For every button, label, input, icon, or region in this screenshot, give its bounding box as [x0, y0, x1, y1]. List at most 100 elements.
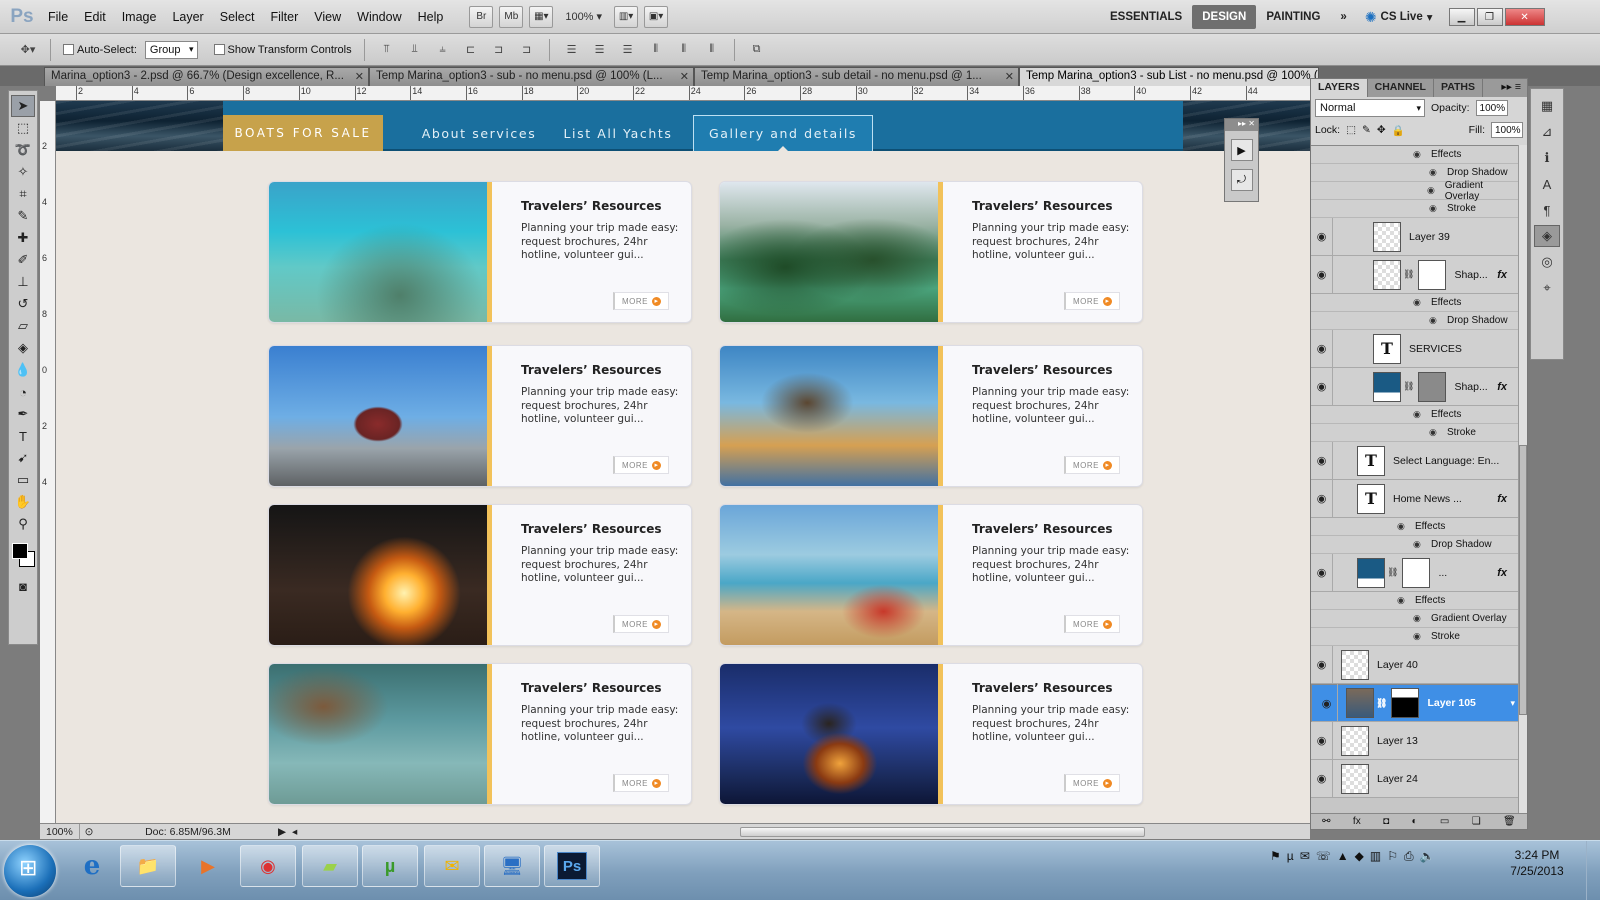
pen-tool-icon[interactable]: ✒ — [11, 403, 35, 425]
chain-icon[interactable]: ⛓ — [1387, 567, 1398, 578]
eye-icon[interactable]: ◉ — [1311, 721, 1333, 760]
paragraph-panel-icon[interactable]: ¶ — [1534, 199, 1560, 221]
align-vcenter-icon[interactable]: ⫫ — [405, 40, 425, 60]
distribute-hcenter-icon[interactable]: ⦀ — [674, 40, 694, 60]
align-left-icon[interactable]: ⊏ — [461, 40, 481, 60]
layer-effect[interactable]: ◉ Effects — [1311, 518, 1519, 536]
photoshop-taskbar-button[interactable]: Ps — [544, 845, 600, 887]
marquee-tool-icon[interactable]: ⬚ — [11, 117, 35, 139]
document-tab-4[interactable]: Temp Marina_option3 - sub List - no menu… — [1019, 67, 1319, 86]
card-more-button[interactable]: MORE ▸ — [613, 456, 669, 474]
tray-outlook-icon[interactable]: ✉ — [1300, 849, 1310, 864]
fx-icon[interactable]: fx — [1497, 381, 1507, 393]
more-workspaces-button[interactable]: » — [1330, 5, 1356, 29]
distribute-bottom-icon[interactable]: ☰ — [618, 40, 638, 60]
card-photo[interactable] — [269, 346, 487, 486]
status-info-icon[interactable]: ⊙ — [80, 826, 98, 838]
align-top-icon[interactable]: ⫪ — [377, 40, 397, 60]
new-group-icon[interactable]: ▭ — [1440, 816, 1449, 827]
layer-row[interactable]: ◉ Layer 24 — [1311, 759, 1519, 798]
layer-effect[interactable]: ◉ Effects — [1311, 146, 1519, 164]
screen-mode-button[interactable]: ▣▾ — [644, 5, 669, 28]
layer-effect[interactable]: ◉ Effects — [1311, 592, 1519, 610]
card-photo[interactable] — [269, 664, 487, 804]
layer-mask-thumbnail[interactable] — [1418, 371, 1447, 402]
auto-select-dropdown[interactable]: Group — [144, 40, 198, 59]
distribute-right-icon[interactable]: ⦀ — [702, 40, 722, 60]
adjustment-layer-icon[interactable]: ◐ — [1411, 816, 1417, 827]
lock-transparency-icon[interactable]: ⬚ — [1346, 124, 1356, 136]
path-selection-tool-icon[interactable]: ➹ — [11, 447, 35, 469]
workspace-essentials[interactable]: ESSENTIALS — [1100, 5, 1192, 29]
layer-row[interactable]: ◉ T Select Language: En... — [1311, 441, 1519, 480]
shape-tool-icon[interactable]: ▭ — [11, 469, 35, 491]
color-swatches[interactable] — [11, 541, 35, 571]
card-photo[interactable] — [720, 346, 938, 486]
card-more-button[interactable]: MORE ▸ — [1064, 292, 1120, 310]
layer-row[interactable]: ◉ ⛓ Shap... fx — [1311, 255, 1519, 294]
gallery-card[interactable]: Travelers’ Resources Planning your trip m… — [719, 504, 1143, 646]
tray-action-center-icon[interactable]: ⚐ — [1387, 849, 1398, 864]
show-desktop-button[interactable] — [1586, 841, 1600, 900]
auto-align-icon[interactable]: ⧉ — [747, 40, 767, 60]
menu-layer[interactable]: Layer — [164, 0, 211, 34]
character-panel-icon[interactable]: A — [1534, 173, 1560, 195]
lock-position-icon[interactable]: ✥ — [1377, 124, 1386, 136]
close-icon[interactable]: ✕ — [680, 70, 689, 83]
close-icon[interactable]: ✕ — [355, 70, 364, 83]
lasso-tool-icon[interactable]: ➰ — [11, 139, 35, 161]
gallery-card[interactable]: Travelers’ Resources Planning your trip m… — [719, 345, 1143, 487]
eye-icon[interactable]: ◉ — [1311, 329, 1333, 368]
eyedropper-tool-icon[interactable]: ✎ — [11, 205, 35, 227]
layer-effect[interactable]: ◉ Gradient Overlay — [1311, 180, 1519, 202]
channels-panel-icon[interactable]: ◎ — [1534, 251, 1560, 273]
layer-mask-thumbnail[interactable] — [1418, 259, 1447, 290]
info-panel-icon[interactable]: ℹ — [1534, 147, 1560, 169]
eye-icon[interactable]: ◉ — [1413, 631, 1425, 642]
move-tool-icon[interactable]: ➤ — [11, 95, 35, 117]
explorer-icon[interactable]: 📁 — [120, 845, 176, 887]
layer-row[interactable]: ◉ Layer 39 — [1311, 217, 1519, 256]
layer-effect[interactable]: ◉ Gradient Overlay — [1311, 610, 1519, 628]
tray-skype-icon[interactable]: ☏ — [1316, 849, 1331, 864]
gallery-card[interactable]: Travelers’ Resources Planning your trip m… — [268, 663, 692, 805]
nav-list-all-yachts[interactable]: List All Yachts — [553, 115, 683, 151]
delete-layer-icon[interactable]: 🗑 — [1503, 816, 1516, 827]
sticky-notes-icon[interactable]: ▰ — [302, 845, 358, 887]
add-style-icon[interactable]: fx — [1353, 816, 1361, 827]
status-zoom[interactable]: 100% — [40, 823, 80, 840]
type-tool-icon[interactable]: T — [11, 425, 35, 447]
menu-view[interactable]: View — [306, 0, 349, 34]
layer-effect[interactable]: ◉ Drop Shadow — [1311, 312, 1519, 330]
tray-printer-icon[interactable]: ⎙ — [1404, 849, 1414, 864]
horizontal-scrollbar[interactable] — [740, 827, 1145, 837]
new-layer-icon[interactable]: ❏ — [1472, 816, 1481, 827]
show-transform-checkbox[interactable]: Show Transform Controls — [213, 44, 352, 56]
document-tab-2[interactable]: Temp Marina_option3 - sub - no menu.psd … — [369, 67, 694, 86]
scroll-thumb[interactable] — [1519, 445, 1527, 715]
card-photo[interactable] — [269, 182, 487, 322]
menu-window[interactable]: Window — [349, 0, 409, 34]
start-button[interactable] — [4, 845, 56, 897]
close-icon[interactable]: ✕ — [1005, 70, 1014, 83]
eye-icon[interactable]: ◉ — [1311, 255, 1333, 294]
layer-row[interactable]: ◉ Layer 40 — [1311, 645, 1519, 684]
layer-effect[interactable]: ◉ Stroke — [1311, 200, 1519, 218]
fx-icon[interactable]: fx — [1497, 269, 1507, 281]
layer-row[interactable]: ◉ ⛓ Shap... fx — [1311, 367, 1519, 406]
swatches-panel-icon[interactable]: ▦ — [1534, 95, 1560, 117]
card-more-button[interactable]: MORE ▸ — [613, 774, 669, 792]
workspace-painting[interactable]: PAINTING — [1256, 5, 1330, 29]
eye-icon[interactable]: ◉ — [1311, 441, 1333, 480]
chain-icon[interactable]: ⛓ — [1403, 381, 1414, 392]
menu-image[interactable]: Image — [114, 0, 165, 34]
card-more-button[interactable]: MORE ▸ — [1064, 774, 1120, 792]
fx-icon[interactable]: fx — [1497, 493, 1507, 505]
history-icon[interactable]: ⤾ — [1230, 169, 1253, 191]
play-action-icon[interactable]: ▶ — [1230, 139, 1253, 161]
eye-icon[interactable]: ◉ — [1316, 684, 1338, 722]
menu-filter[interactable]: Filter — [262, 0, 306, 34]
eye-icon[interactable]: ◉ — [1311, 367, 1333, 406]
outlook-icon[interactable]: ✉ — [424, 845, 480, 887]
eye-icon[interactable]: ◉ — [1397, 595, 1409, 606]
